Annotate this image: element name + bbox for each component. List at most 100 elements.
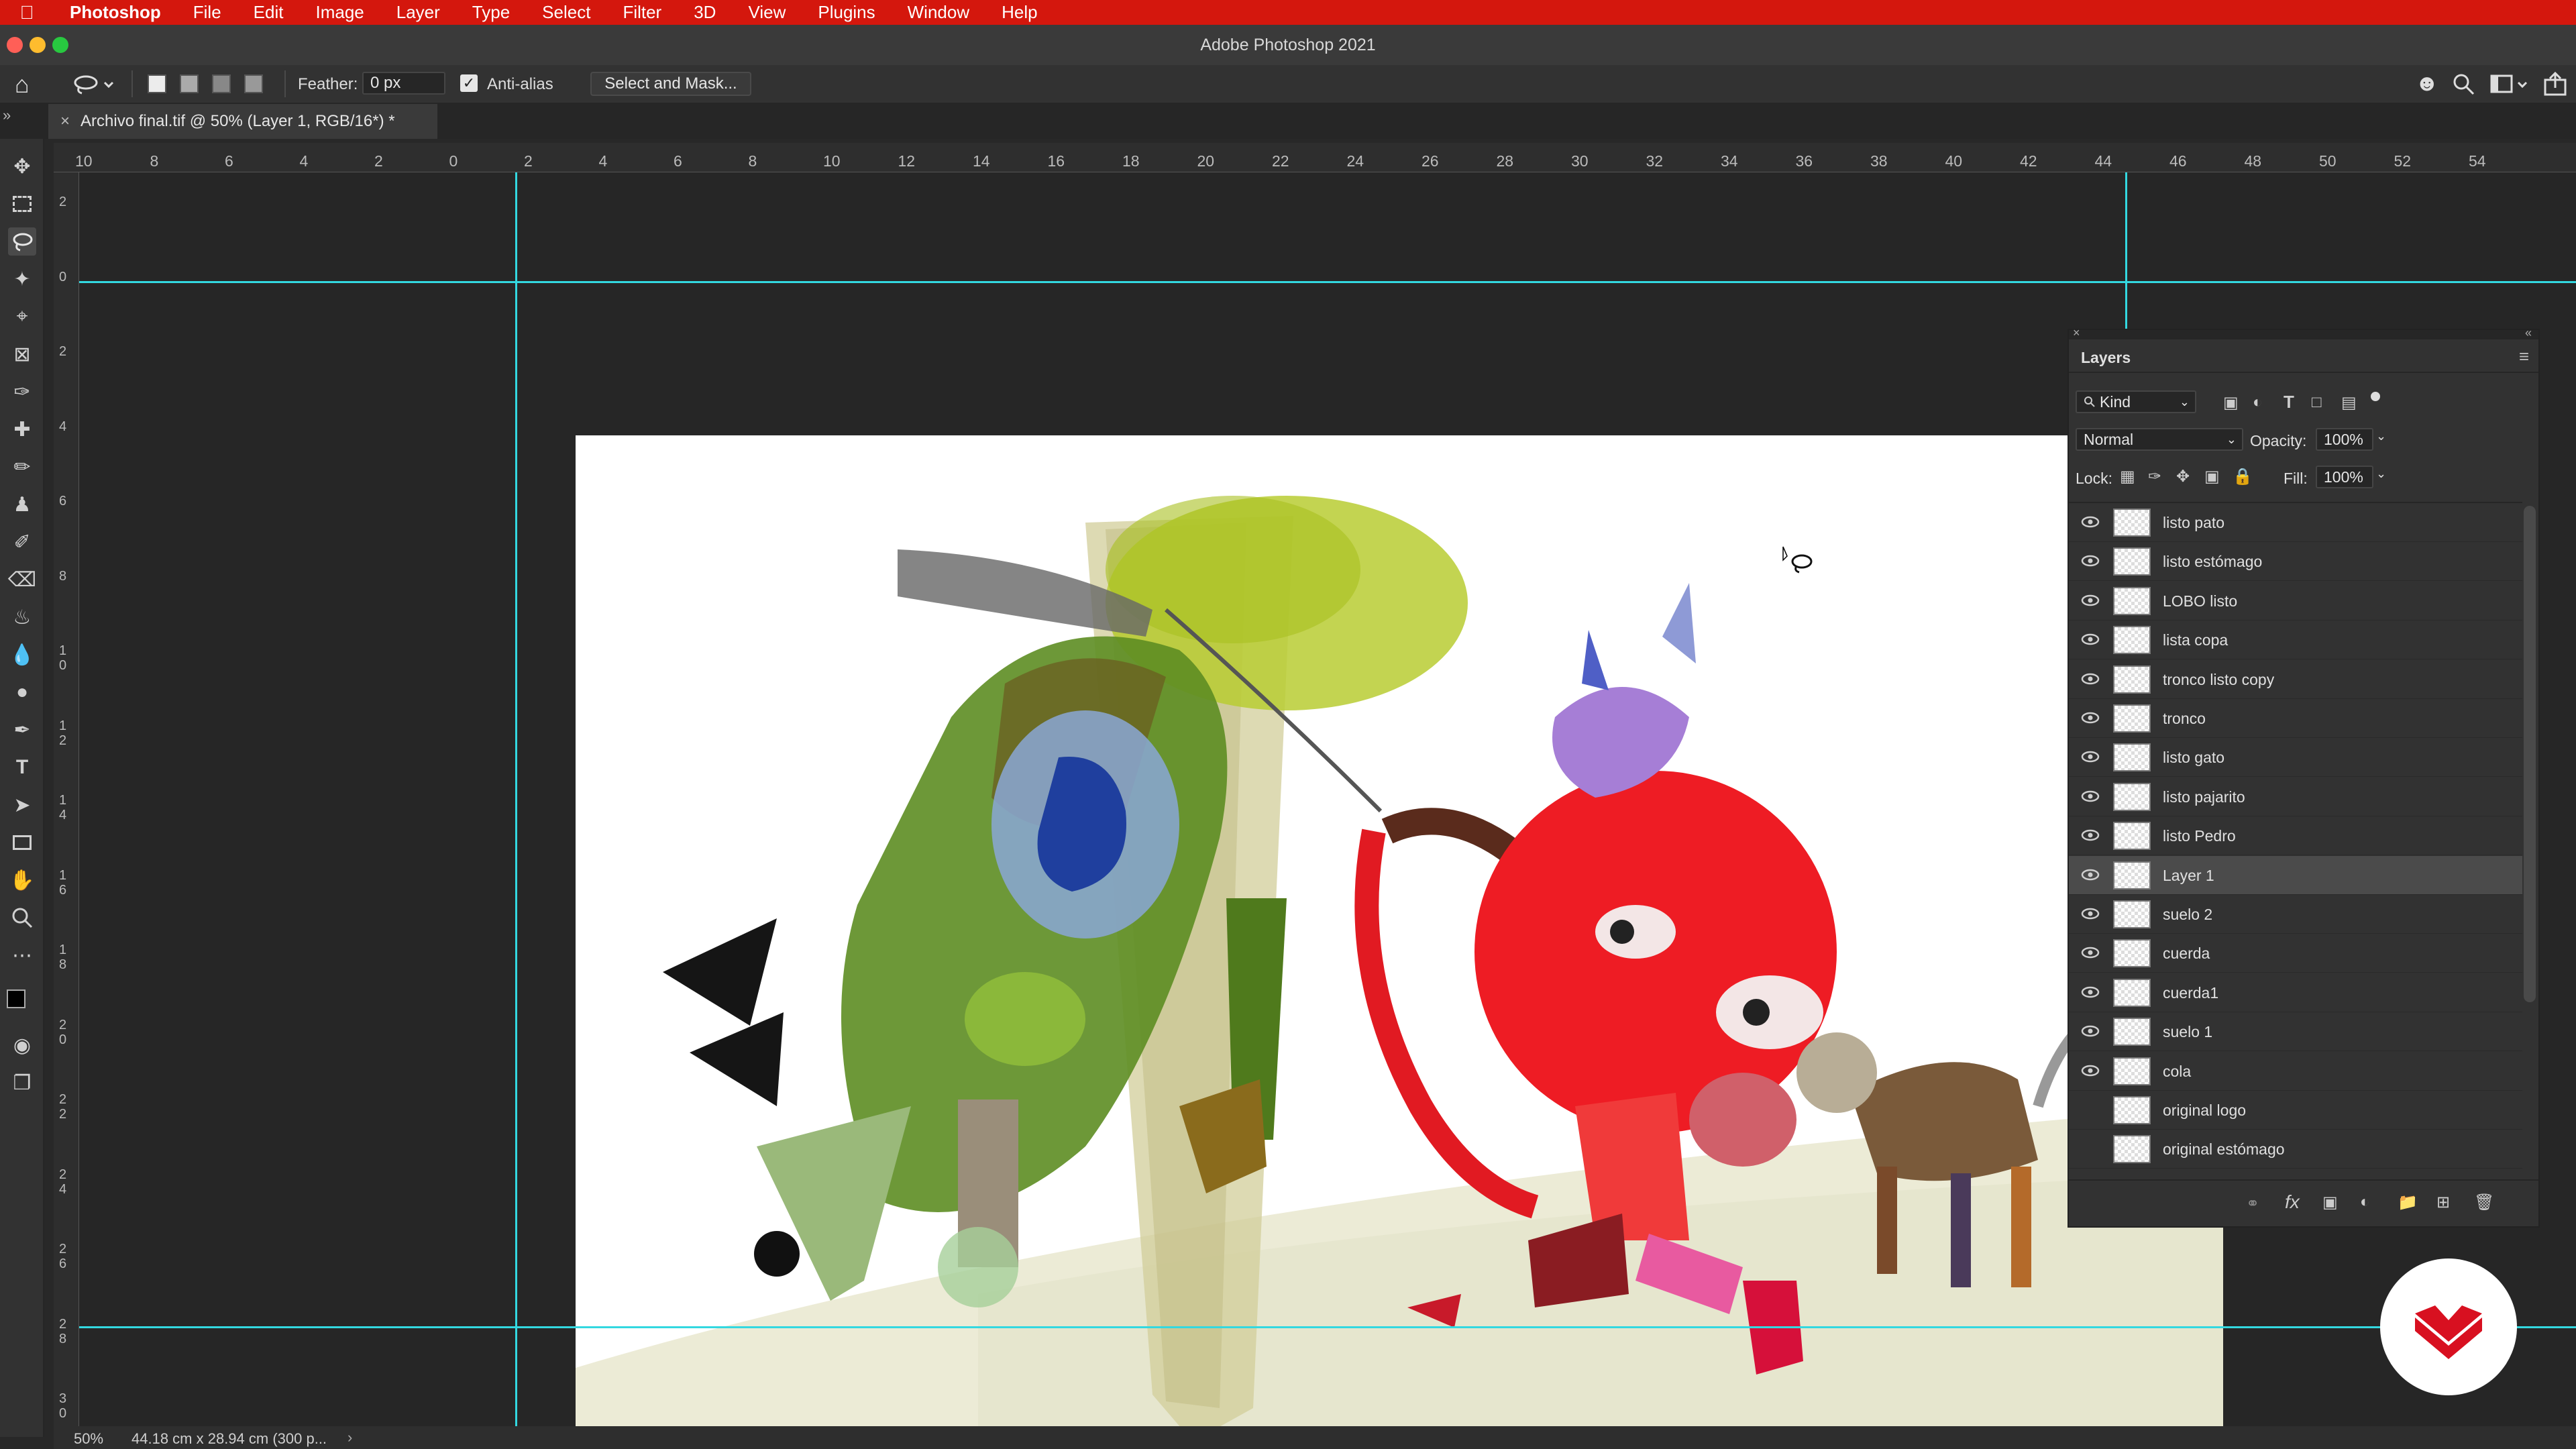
- layer-row[interactable]: cuerda: [2069, 934, 2522, 973]
- menu-image[interactable]: Image: [299, 2, 380, 23]
- layer-name[interactable]: original logo: [2163, 1102, 2246, 1120]
- menu-filter[interactable]: Filter: [606, 2, 678, 23]
- layer-thumbnail[interactable]: [2113, 978, 2151, 1007]
- layer-name[interactable]: cuerda1: [2163, 984, 2218, 1002]
- lock-artboard-icon[interactable]: ▣: [2204, 467, 2220, 486]
- filter-smart-object-icon[interactable]: ▤: [2341, 393, 2357, 413]
- menu-help[interactable]: Help: [985, 2, 1053, 23]
- layer-name[interactable]: lista copa: [2163, 631, 2228, 649]
- fill-input[interactable]: 100%: [2316, 466, 2373, 488]
- layer-name[interactable]: suelo 2: [2163, 906, 2212, 924]
- layer-row[interactable]: listo Pedro: [2069, 816, 2522, 856]
- layer-row[interactable]: cola: [2069, 1052, 2522, 1091]
- panel-menu-icon[interactable]: ≡: [2519, 346, 2529, 367]
- eye-icon[interactable]: [2081, 790, 2100, 803]
- zoom-level[interactable]: 50%: [74, 1430, 103, 1448]
- marquee-tool-icon[interactable]: [8, 190, 36, 218]
- rectangle-tool-icon[interactable]: [8, 828, 36, 857]
- artwork-canvas[interactable]: [576, 435, 2223, 1437]
- path-selection-tool-icon[interactable]: ➤: [8, 791, 36, 819]
- layer-thumbnail[interactable]: [2113, 586, 2151, 615]
- eye-icon[interactable]: [2081, 907, 2100, 920]
- layer-row[interactable]: tronco: [2069, 699, 2522, 738]
- layer-name[interactable]: listo pato: [2163, 514, 2224, 532]
- link-layers-icon[interactable]: ⚭: [2246, 1194, 2259, 1214]
- move-tool-icon[interactable]: ✥: [8, 152, 36, 180]
- document-info[interactable]: 44.18 cm x 28.94 cm (300 p...: [131, 1430, 327, 1448]
- layer-name[interactable]: listo gato: [2163, 749, 2224, 767]
- layer-name[interactable]: LOBO listo: [2163, 592, 2237, 610]
- add-mask-icon[interactable]: ▣: [2322, 1193, 2338, 1212]
- magic-wand-tool-icon[interactable]: ✦: [8, 265, 36, 293]
- chevron-down-icon[interactable]: ⌄: [2376, 467, 2386, 481]
- layer-name[interactable]: Layer 1: [2163, 867, 2214, 885]
- filter-type-icon[interactable]: T: [2284, 392, 2294, 413]
- dodge-tool-icon[interactable]: ●: [8, 678, 36, 706]
- eye-hidden-icon[interactable]: [2081, 1142, 2100, 1155]
- layer-row[interactable]: listo pato: [2069, 503, 2522, 542]
- eye-icon[interactable]: [2081, 515, 2100, 529]
- lock-position-icon[interactable]: ✥: [2176, 467, 2190, 486]
- chevron-down-icon[interactable]: ⌄: [2376, 429, 2386, 443]
- lasso-tool-icon[interactable]: [8, 227, 36, 256]
- layer-thumbnail[interactable]: [2113, 743, 2151, 772]
- close-window-button[interactable]: [7, 37, 23, 53]
- close-panel-icon[interactable]: ×: [2073, 326, 2080, 340]
- layer-name[interactable]: original estómago: [2163, 1140, 2285, 1159]
- history-brush-tool-icon[interactable]: ✐: [8, 528, 36, 556]
- eye-icon[interactable]: [2081, 868, 2100, 881]
- kind-filter-select[interactable]: Kind ⌄: [2076, 390, 2196, 413]
- layer-thumbnail[interactable]: [2113, 939, 2151, 968]
- eye-icon[interactable]: [2081, 985, 2100, 999]
- layer-row[interactable]: LOBO listo: [2069, 582, 2522, 621]
- layer-thumbnail[interactable]: [2113, 861, 2151, 890]
- home-icon[interactable]: ⌂: [15, 70, 30, 99]
- layer-thumbnail[interactable]: [2113, 822, 2151, 851]
- layer-row[interactable]: original estómago: [2069, 1130, 2522, 1169]
- eraser-tool-icon[interactable]: ⌫: [8, 566, 36, 594]
- layer-name[interactable]: listo Pedro: [2163, 827, 2236, 845]
- subtract-selection-icon[interactable]: [212, 74, 231, 93]
- eye-icon[interactable]: [2081, 1024, 2100, 1038]
- share-person-icon[interactable]: ☻: [2415, 70, 2439, 97]
- eye-icon[interactable]: [2081, 554, 2100, 568]
- layer-name[interactable]: listo pajarito: [2163, 788, 2245, 806]
- new-selection-icon[interactable]: [148, 74, 166, 93]
- layer-row[interactable]: original logo: [2069, 1091, 2522, 1130]
- fx-icon[interactable]: fx: [2285, 1191, 2300, 1213]
- eye-icon[interactable]: [2081, 633, 2100, 646]
- layer-thumbnail[interactable]: [2113, 782, 2151, 811]
- layer-row[interactable]: lista copa: [2069, 621, 2522, 660]
- opacity-input[interactable]: 100%: [2316, 428, 2373, 451]
- layer-thumbnail[interactable]: [2113, 704, 2151, 733]
- eye-icon[interactable]: [2081, 750, 2100, 763]
- eye-icon[interactable]: [2081, 946, 2100, 959]
- share-icon[interactable]: [2542, 72, 2569, 96]
- layer-row[interactable]: cuerda1: [2069, 973, 2522, 1012]
- layer-thumbnail[interactable]: [2113, 508, 2151, 537]
- apple-icon[interactable]: : [0, 2, 54, 23]
- expand-panels-icon[interactable]: »: [3, 107, 11, 124]
- layer-name[interactable]: tronco: [2163, 710, 2206, 728]
- lasso-tool-preset-icon[interactable]: [70, 73, 117, 96]
- delete-layer-icon[interactable]: 🗑: [2474, 1193, 2494, 1212]
- eye-icon[interactable]: [2081, 711, 2100, 724]
- zoom-tool-icon[interactable]: [8, 904, 36, 932]
- layer-thumbnail[interactable]: [2113, 1135, 2151, 1164]
- filter-adjustment-icon[interactable]: ◐: [2253, 393, 2263, 412]
- eye-hidden-icon[interactable]: [2081, 1103, 2100, 1116]
- workspace-icon[interactable]: [2490, 73, 2530, 96]
- layer-thumbnail[interactable]: [2113, 665, 2151, 694]
- new-layer-icon[interactable]: ⊞: [2436, 1193, 2450, 1212]
- chevron-right-icon[interactable]: ›: [347, 1429, 352, 1446]
- menu-view[interactable]: View: [732, 2, 802, 23]
- close-tab-icon[interactable]: ×: [60, 112, 70, 131]
- layer-name[interactable]: cuerda: [2163, 945, 2210, 963]
- zoom-window-button[interactable]: [52, 37, 68, 53]
- layer-name[interactable]: listo estómago: [2163, 553, 2262, 571]
- guide-vertical[interactable]: [515, 172, 517, 1437]
- frame-tool-icon[interactable]: ⊠: [8, 340, 36, 368]
- layer-row[interactable]: listo pajarito: [2069, 777, 2522, 816]
- menu-edit[interactable]: Edit: [237, 2, 300, 23]
- layer-row[interactable]: tronco listo copy: [2069, 660, 2522, 699]
